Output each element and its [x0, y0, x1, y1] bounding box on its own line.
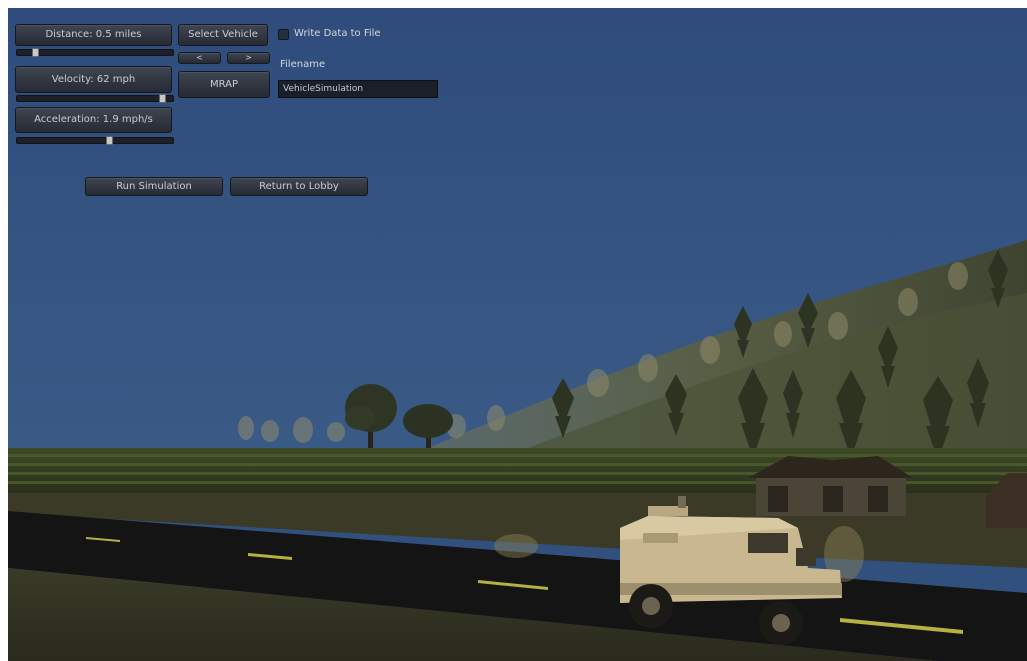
return-to-lobby-label: Return to Lobby: [259, 180, 339, 192]
distance-slider[interactable]: [16, 48, 174, 57]
velocity-button[interactable]: Velocity: 62 mph: [15, 66, 172, 93]
acceleration-button[interactable]: Acceleration: 1.9 mph/s: [15, 107, 172, 133]
vehicle-name-display: MRAP: [178, 71, 270, 98]
acceleration-slider[interactable]: [16, 136, 174, 145]
acceleration-label: Acceleration: 1.9 mph/s: [34, 114, 153, 125]
distance-label: Distance: 0.5 miles: [45, 29, 142, 40]
distance-slider-thumb[interactable]: [32, 48, 39, 57]
select-vehicle-button[interactable]: Select Vehicle: [178, 24, 268, 46]
write-data-checkbox[interactable]: [278, 29, 289, 40]
velocity-label: Velocity: 62 mph: [51, 73, 136, 85]
return-to-lobby-button[interactable]: Return to Lobby: [230, 177, 368, 196]
run-simulation-label: Run Simulation: [116, 180, 192, 192]
simulation-viewport[interactable]: Distance: 0.5 miles Velocity: 62 mph Acc…: [8, 8, 1027, 661]
previous-label: <: [196, 53, 203, 62]
next-label: >: [245, 53, 252, 62]
previous-vehicle-button[interactable]: <: [178, 52, 221, 64]
write-data-label: Write Data to File: [294, 28, 381, 39]
filename-label: Filename: [280, 59, 326, 70]
velocity-slider-thumb[interactable]: [159, 94, 166, 103]
run-simulation-button[interactable]: Run Simulation: [85, 177, 223, 196]
select-vehicle-label: Select Vehicle: [188, 29, 258, 40]
filename-input[interactable]: [278, 80, 438, 98]
scene-3d-view: [8, 8, 1027, 661]
next-vehicle-button[interactable]: >: [227, 52, 270, 64]
velocity-slider[interactable]: [16, 94, 174, 103]
distance-button[interactable]: Distance: 0.5 miles: [15, 24, 172, 46]
acceleration-slider-thumb[interactable]: [106, 136, 113, 145]
vehicle-name: MRAP: [209, 78, 239, 90]
